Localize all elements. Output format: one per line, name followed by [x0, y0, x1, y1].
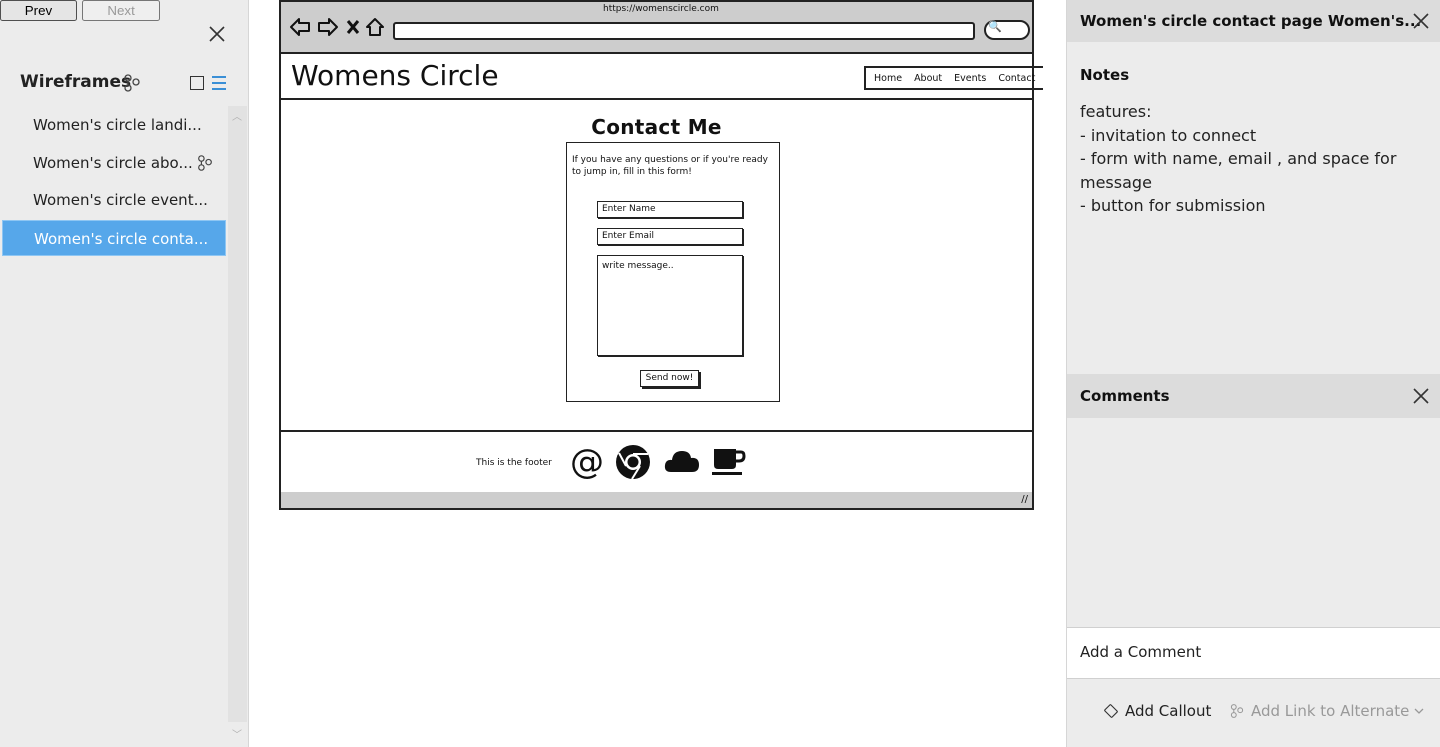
- site-nav: Home About Events Contact: [864, 66, 1044, 90]
- nav-contact: Contact: [998, 72, 1036, 84]
- notes-text[interactable]: features: - invitation to connect - form…: [1080, 100, 1410, 218]
- home-icon: [366, 18, 384, 36]
- add-callout-button[interactable]: Add Callout: [1103, 702, 1211, 720]
- nav-about: About: [914, 72, 943, 84]
- at-sign-icon: @: [570, 445, 604, 479]
- wireframe-item-about[interactable]: Women's circle abo...: [0, 145, 226, 181]
- send-button-mockup: Send now!: [640, 370, 699, 387]
- comments-header: Comments: [1067, 374, 1440, 418]
- wireframe-title: Women's circle contact page Women's...: [1080, 12, 1422, 30]
- wireframes-sidebar: Prev Next Wireframes Women's circle land…: [0, 0, 249, 747]
- wireframe-canvas: https://womenscircle.com 🔍 Womens Circle…: [249, 0, 1066, 747]
- search-icon: 🔍: [988, 20, 1002, 33]
- message-field-mockup: write message..: [597, 255, 743, 356]
- name-field-mockup: Enter Name: [597, 201, 743, 218]
- wireframe-item-label: Women's circle landi...: [33, 116, 202, 134]
- resize-grip-icon: //: [1021, 494, 1028, 505]
- wireframe-item-events[interactable]: Women's circle event...: [0, 182, 226, 218]
- url-bar: [393, 22, 975, 40]
- browser-chrome: https://womenscircle.com 🔍: [281, 2, 1032, 54]
- scrollbar[interactable]: [228, 106, 247, 722]
- notes-line: features:: [1080, 102, 1152, 121]
- url-text: https://womenscircle.com: [603, 4, 719, 14]
- wireframe-item-landing[interactable]: Women's circle landi...: [0, 107, 226, 143]
- details-panel: Women's circle contact page Women's... N…: [1066, 0, 1440, 747]
- wireframe-item-contact[interactable]: Women's circle conta...: [2, 219, 226, 256]
- notes-line: - button for submission: [1080, 196, 1266, 215]
- wireframe-list: Women's circle landi... Women's circle a…: [0, 107, 226, 257]
- scroll-down-icon[interactable]: ﹀: [232, 726, 242, 741]
- add-comment-placeholder: Add a Comment: [1080, 643, 1202, 661]
- callout-icon: [1104, 704, 1118, 718]
- contact-heading: Contact Me: [591, 115, 722, 139]
- prev-button[interactable]: Prev: [0, 0, 77, 21]
- browser-window-mockup: https://womenscircle.com 🔍 Womens Circle…: [279, 0, 1044, 510]
- add-link-label: Add Link to Alternate: [1251, 702, 1410, 720]
- close-icon[interactable]: [1412, 387, 1430, 405]
- nav-home: Home: [874, 72, 903, 84]
- site-footer: This is the footer @: [281, 430, 1032, 494]
- form-intro-text: If you have any questions or if you're r…: [572, 155, 768, 177]
- chrome-logo-icon: [616, 445, 650, 480]
- search-box: 🔍: [984, 20, 1030, 40]
- close-icon[interactable]: [1412, 12, 1430, 30]
- wireframe-item-label: Women's circle abo...: [33, 153, 193, 172]
- site-title: Womens Circle: [291, 59, 499, 92]
- coffee-cup-icon: [712, 449, 746, 475]
- site-header: Womens Circle Home About Events Contact: [281, 54, 1044, 100]
- notes-line: - form with name, email , and space for …: [1080, 149, 1397, 192]
- notes-label: Notes: [1080, 66, 1130, 84]
- alternate-link-icon[interactable]: [122, 73, 142, 93]
- add-comment-input[interactable]: Add a Comment: [1067, 627, 1440, 679]
- wireframe-item-label: Women's circle event...: [33, 191, 208, 209]
- comments-title: Comments: [1080, 387, 1170, 405]
- contact-form: If you have any questions or if you're r…: [566, 142, 780, 402]
- list-view-icon[interactable]: [212, 76, 226, 90]
- browser-status-bar: //: [281, 492, 1032, 508]
- add-link-to-alternate-button[interactable]: Add Link to Alternate: [1229, 702, 1425, 720]
- back-arrow-icon: [290, 18, 310, 36]
- nav-events: Events: [954, 72, 987, 84]
- alternate-link-icon: [198, 154, 212, 171]
- notes-header: Women's circle contact page Women's...: [1067, 0, 1440, 42]
- cloud-icon: [664, 451, 699, 472]
- next-button[interactable]: Next: [82, 0, 161, 21]
- close-icon[interactable]: [205, 22, 229, 46]
- wireframe-item-label: Women's circle conta...: [34, 229, 209, 248]
- wireframes-title: Wireframes: [20, 72, 132, 92]
- single-view-icon[interactable]: [190, 76, 204, 90]
- notes-line: - invitation to connect: [1080, 125, 1257, 145]
- forward-arrow-icon: [318, 18, 338, 36]
- email-field-mockup: Enter Email: [597, 228, 743, 245]
- footer-text: This is the footer: [476, 458, 552, 468]
- stop-x-icon: [346, 20, 360, 34]
- alternate-link-icon: [1230, 704, 1244, 718]
- scroll-up-icon[interactable]: ︿: [232, 108, 242, 123]
- svg-text:@: @: [570, 445, 604, 479]
- add-callout-label: Add Callout: [1125, 702, 1212, 720]
- chevron-down-icon: [1414, 708, 1424, 714]
